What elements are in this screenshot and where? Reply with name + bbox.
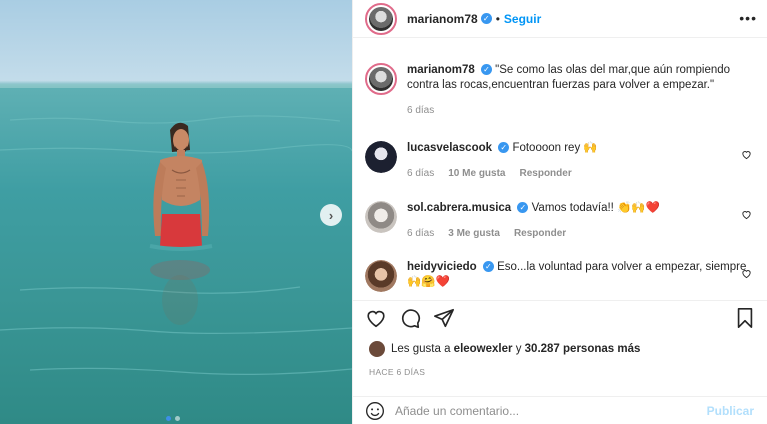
author-username[interactable]: marianom78 [407,12,478,26]
carousel-dot [175,416,180,421]
sea-scene-image [0,84,352,375]
comment-text: Vamos todavía!! 👏🙌❤️ [531,202,661,214]
comment-item: lucasvelascook ✓ Fotoooon rey 🙌 6 días 1… [365,141,756,181]
caption-avatar[interactable] [365,63,397,95]
likes-connector: y [515,343,522,355]
caption-entry: marianom78 ✓ "Se como las olas del mar,q… [365,63,756,118]
person-figure [149,122,213,251]
comment-bubble-icon[interactable] [399,307,421,329]
comment-likes[interactable]: 10 Me gusta [448,166,505,181]
like-heart-icon[interactable] [365,307,387,329]
verified-badge-icon: ✓ [480,64,492,76]
post-sidebar: marianom78 ✓ • Seguir ••• marianom78 ✓ "… [352,0,767,424]
carousel-dot-active [166,416,171,421]
comments-list[interactable]: marianom78 ✓ "Se como las olas del mar,q… [353,53,767,293]
comment-username[interactable]: sol.cabrera.musica [407,202,511,214]
verified-badge-icon: ✓ [517,202,529,214]
comment-username[interactable]: heidyviciedo [407,261,477,273]
post-timestamp[interactable]: HACE 6 DÍAS [369,367,425,377]
comment-item: sol.cabrera.musica ✓ Vamos todavía!! 👏🙌❤… [365,201,756,241]
commenter-avatar[interactable] [365,141,397,173]
liker-avatar[interactable] [369,341,385,357]
post-photo[interactable]: › [0,0,352,424]
verified-badge-icon: ✓ [482,261,494,273]
likes-summary: Les gusta a eleowexler y 30.287 personas… [369,341,640,357]
separator-dot: • [495,11,500,26]
save-bookmark-icon[interactable] [734,307,756,329]
commenter-avatar[interactable] [365,260,397,292]
comment-text: Fotoooon rey 🙌 [512,142,598,154]
likes-count[interactable]: 30.287 personas más [525,343,641,355]
reply-button[interactable]: Responder [514,226,566,241]
author-avatar[interactable] [365,2,397,35]
comment-likes[interactable]: 3 Me gusta [448,226,500,241]
follow-button[interactable]: Seguir [504,12,541,26]
post-actions-bar [353,300,767,332]
caption-username[interactable]: marianom78 [407,64,475,76]
commenter-avatar[interactable] [365,201,397,233]
more-horizontal-icon[interactable]: ••• [739,10,757,26]
share-send-icon[interactable] [433,307,455,329]
comment-item: heidyviciedo ✓ Eso...la voluntad para vo… [365,260,756,292]
liker-username[interactable]: eleowexler [454,343,513,355]
publish-button[interactable]: Publicar [707,404,754,418]
like-comment-heart-icon[interactable] [741,209,752,220]
comment-age[interactable]: 6 días [407,166,434,181]
verified-badge-icon: ✓ [498,142,510,154]
emoji-smiley-icon[interactable] [365,401,385,421]
likes-prefix: Les gusta a [391,343,451,355]
post-header: marianom78 ✓ • Seguir ••• [353,0,767,38]
reply-button[interactable]: Responder [520,166,572,181]
comment-age[interactable]: 6 días [407,226,434,241]
comment-username[interactable]: lucasvelascook [407,142,492,154]
comment-input[interactable] [395,403,695,418]
caption-age[interactable]: 6 días [407,103,434,118]
verified-badge-icon: ✓ [480,13,492,24]
next-photo-button[interactable]: › [320,204,342,226]
add-comment-bar: Publicar [353,396,767,424]
like-comment-heart-icon[interactable] [741,149,752,160]
like-comment-heart-icon[interactable] [741,268,752,279]
carousel-dots [166,416,180,421]
